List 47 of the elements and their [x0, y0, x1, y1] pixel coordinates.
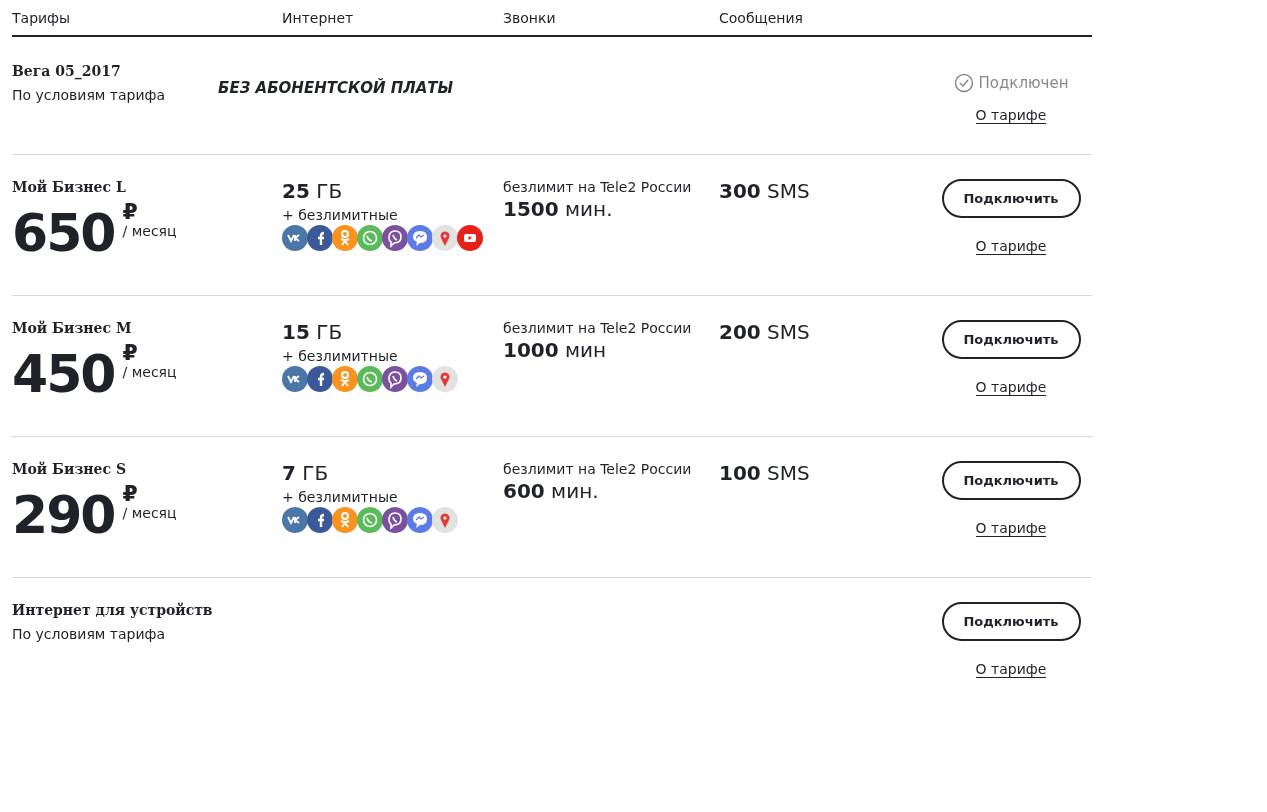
- connect-button[interactable]: Подключить: [941, 179, 1081, 218]
- sms-allowance: 100 SMS: [719, 461, 810, 485]
- currency-sign: ₽: [122, 483, 139, 505]
- price-period: / месяц: [122, 364, 177, 380]
- data-allowance: 15 ГБ: [282, 320, 343, 344]
- column-header: Интернет: [282, 9, 355, 26]
- tariff-link[interactable]: О тарифе: [975, 238, 1047, 255]
- calls-label: безлимит на Tele2 России: [503, 179, 692, 195]
- calls-label: безлимит на Tele2 России: [503, 461, 692, 477]
- data-allowance: 25 ГБ: [282, 179, 343, 203]
- tariff-link[interactable]: О тарифе: [975, 107, 1047, 124]
- tariff-name: Мой Бизнес L: [12, 179, 126, 195]
- minutes-allowance: 1000 мин: [503, 338, 607, 362]
- connect-button[interactable]: Подключить: [941, 320, 1081, 359]
- tariff-terms: По условиям тарифа: [12, 87, 166, 103]
- column-header: Сообщения: [719, 9, 804, 26]
- price-amount: 450: [12, 348, 115, 400]
- minutes-allowance: 600 мин.: [503, 479, 599, 503]
- unlimited-label: + безлимитные: [282, 489, 398, 505]
- minutes-allowance: 1500 мин.: [503, 197, 613, 221]
- unlimited-label: + безлимитные: [282, 348, 398, 364]
- column-header: Звонки: [503, 9, 557, 26]
- check-circle-icon: [953, 73, 974, 93]
- sms-allowance: 200 SMS: [719, 320, 810, 344]
- unlimited-label: + безлимитные: [282, 207, 398, 223]
- price-amount: 290: [12, 489, 115, 541]
- status-label: Подключен: [978, 74, 1069, 92]
- tariff-link[interactable]: О тарифе: [975, 520, 1047, 537]
- data-allowance: 7 ГБ: [282, 461, 329, 485]
- price-period: / месяц: [122, 223, 177, 239]
- tariff-name: Вега 05_2017: [12, 63, 121, 79]
- tariff-terms: По условиям тарифа: [12, 626, 166, 642]
- currency-sign: ₽: [122, 342, 139, 364]
- price-amount: 650: [12, 207, 115, 259]
- tariff-name: Интернет для устройств: [12, 602, 213, 618]
- column-header: Тарифы: [12, 9, 72, 26]
- currency-sign: ₽: [122, 201, 139, 223]
- connect-button[interactable]: Подключить: [941, 602, 1081, 641]
- price-period: / месяц: [122, 505, 177, 521]
- tariff-name: Мой Бизнес S: [12, 461, 127, 477]
- tariff-name: Мой Бизнес M: [12, 320, 132, 336]
- tariff-note: БЕЗ АБОНЕНТСКОЙ ПЛАТЫ: [218, 79, 454, 97]
- tariff-link[interactable]: О тарифе: [975, 661, 1047, 678]
- tariff-link[interactable]: О тарифе: [975, 379, 1047, 396]
- sms-allowance: 300 SMS: [719, 179, 810, 203]
- calls-label: безлимит на Tele2 России: [503, 320, 692, 336]
- connect-button[interactable]: Подключить: [941, 461, 1081, 500]
